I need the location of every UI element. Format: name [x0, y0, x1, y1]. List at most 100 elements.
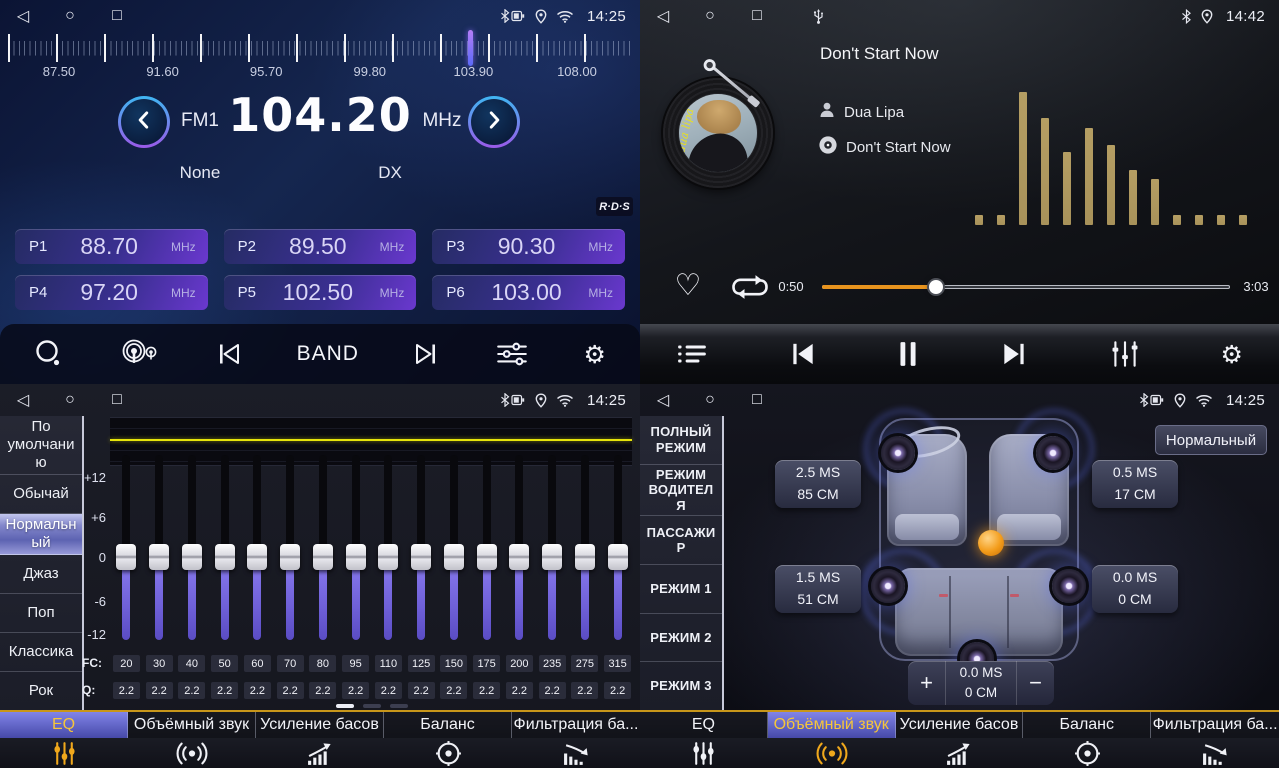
eq-band-slider[interactable] — [601, 455, 634, 640]
eq-band-q-value[interactable]: 2.2 — [604, 682, 631, 699]
tab-balance[interactable]: Баланс — [384, 712, 512, 768]
eq-band-slider[interactable] — [470, 455, 503, 640]
audio-settings-button[interactable] — [1109, 339, 1141, 369]
tab-filter[interactable]: Фильтрация ба... — [1151, 712, 1279, 768]
broadcast-seek-button[interactable] — [120, 338, 162, 370]
back-icon[interactable]: ◁ — [654, 390, 672, 410]
eq-band-fc-value[interactable]: 70 — [277, 655, 304, 672]
rear-left-speaker[interactable] — [871, 569, 905, 603]
front-right-speaker[interactable] — [1036, 436, 1070, 470]
eq-band-q-value[interactable]: 2.2 — [342, 682, 369, 699]
preset-button-P4[interactable]: P497.20MHz — [15, 275, 208, 310]
eq-band-fc-value[interactable]: 125 — [408, 655, 435, 672]
eq-band-slider[interactable] — [339, 455, 372, 640]
repeat-icon[interactable] — [728, 272, 772, 307]
eq-slider-thumb[interactable] — [608, 544, 628, 570]
delay-decrease-button[interactable]: − — [1017, 661, 1054, 705]
listening-mode-item[interactable]: РЕЖИМ 2 — [640, 614, 722, 663]
eq-preset-item[interactable]: Джаз — [0, 555, 82, 594]
home-icon[interactable]: ○ — [701, 391, 719, 409]
tab-surround[interactable]: Объёмный звук — [768, 712, 896, 768]
playlist-button[interactable] — [676, 341, 708, 367]
preset-button-P3[interactable]: P390.30MHz — [432, 229, 625, 264]
eq-band-fc-value[interactable]: 20 — [113, 655, 140, 672]
eq-band-slider[interactable] — [176, 455, 209, 640]
eq-band-fc-value[interactable]: 315 — [604, 655, 631, 672]
preset-button-P6[interactable]: P6103.00MHz — [432, 275, 625, 310]
tune-up-button[interactable] — [468, 96, 520, 148]
front-left-speaker[interactable] — [881, 436, 915, 470]
listening-mode-item[interactable]: ПАССАЖИР — [640, 516, 722, 565]
eq-band-q-value[interactable]: 2.2 — [571, 682, 598, 699]
tuner-scale[interactable] — [8, 34, 632, 62]
recents-icon[interactable]: □ — [108, 7, 126, 25]
eq-band-q-value[interactable]: 2.2 — [113, 682, 140, 699]
pause-button[interactable] — [897, 340, 919, 368]
eq-band-slider[interactable] — [503, 455, 536, 640]
eq-slider-thumb[interactable] — [247, 544, 267, 570]
favorite-heart-icon[interactable]: ♡ — [670, 268, 706, 304]
eq-band-fc-value[interactable]: 175 — [473, 655, 500, 672]
eq-slider-thumb[interactable] — [215, 544, 235, 570]
rear-left-delay-button[interactable]: 1.5 MS51 CM — [775, 565, 861, 613]
eq-band-slider[interactable] — [405, 455, 438, 640]
eq-slider-thumb[interactable] — [346, 544, 366, 570]
eq-preset-item[interactable]: Поп — [0, 594, 82, 633]
eq-slider-thumb[interactable] — [411, 544, 431, 570]
rear-right-speaker[interactable] — [1052, 569, 1086, 603]
recents-icon[interactable]: □ — [748, 7, 766, 25]
back-icon[interactable]: ◁ — [14, 390, 32, 410]
next-track-button[interactable] — [999, 340, 1029, 368]
eq-band-slider[interactable] — [372, 455, 405, 640]
eq-band-fc-value[interactable]: 200 — [506, 655, 533, 672]
settings-gear-icon[interactable]: ⚙ — [1221, 342, 1243, 367]
listening-mode-item[interactable]: РЕЖИМ 3 — [640, 662, 722, 710]
previous-track-button[interactable] — [788, 340, 818, 368]
eq-band-q-value[interactable]: 2.2 — [178, 682, 205, 699]
eq-slider-thumb[interactable] — [477, 544, 497, 570]
delay-increase-button[interactable]: + — [908, 661, 945, 705]
eq-band-slider[interactable] — [143, 455, 176, 640]
eq-band-q-value[interactable]: 2.2 — [309, 682, 336, 699]
eq-preset-item[interactable]: Обычай — [0, 475, 82, 514]
eq-slider-thumb[interactable] — [116, 544, 136, 570]
eq-band-fc-value[interactable]: 235 — [539, 655, 566, 672]
preset-button-P2[interactable]: P289.50MHz — [224, 229, 417, 264]
home-icon[interactable]: ○ — [61, 391, 79, 409]
eq-band-q-value[interactable]: 2.2 — [244, 682, 271, 699]
home-icon[interactable]: ○ — [701, 7, 719, 25]
settings-gear-icon[interactable]: ⚙ — [584, 342, 606, 367]
scan-button[interactable] — [34, 339, 66, 369]
back-icon[interactable]: ◁ — [654, 6, 672, 26]
eq-band-q-value[interactable]: 2.2 — [506, 682, 533, 699]
eq-band-q-value[interactable]: 2.2 — [473, 682, 500, 699]
eq-band-q-value[interactable]: 2.2 — [146, 682, 173, 699]
eq-band-fc-value[interactable]: 30 — [146, 655, 173, 672]
sound-profile-button[interactable]: Нормальный — [1155, 425, 1267, 455]
next-station-button[interactable] — [412, 341, 440, 367]
eq-band-fc-value[interactable]: 275 — [571, 655, 598, 672]
recents-icon[interactable]: □ — [748, 391, 766, 409]
eq-preset-item[interactable]: Рок — [0, 672, 82, 710]
preset-button-P5[interactable]: P5102.50MHz — [224, 275, 417, 310]
tab-surround[interactable]: Объёмный звук — [128, 712, 256, 768]
rear-right-delay-button[interactable]: 0.0 MS0 CM — [1092, 565, 1178, 613]
home-icon[interactable]: ○ — [61, 7, 79, 25]
tab-bass[interactable]: Усиление басов — [896, 712, 1024, 768]
eq-band-fc-value[interactable]: 40 — [178, 655, 205, 672]
tuner-indicator[interactable] — [468, 30, 473, 66]
recents-icon[interactable]: □ — [108, 391, 126, 409]
band-button[interactable]: BAND — [297, 342, 359, 366]
eq-band-slider[interactable] — [110, 455, 143, 640]
tune-down-button[interactable] — [118, 96, 170, 148]
eq-slider-thumb[interactable] — [509, 544, 529, 570]
eq-band-q-value[interactable]: 2.2 — [539, 682, 566, 699]
page-dot[interactable] — [363, 704, 381, 708]
seek-thumb[interactable] — [929, 280, 943, 294]
eq-band-fc-value[interactable]: 60 — [244, 655, 271, 672]
eq-slider-thumb[interactable] — [182, 544, 202, 570]
tab-balance[interactable]: Баланс — [1023, 712, 1151, 768]
eq-band-fc-value[interactable]: 80 — [309, 655, 336, 672]
tab-bass[interactable]: Усиление басов — [256, 712, 384, 768]
equalizer-button[interactable] — [494, 339, 530, 369]
